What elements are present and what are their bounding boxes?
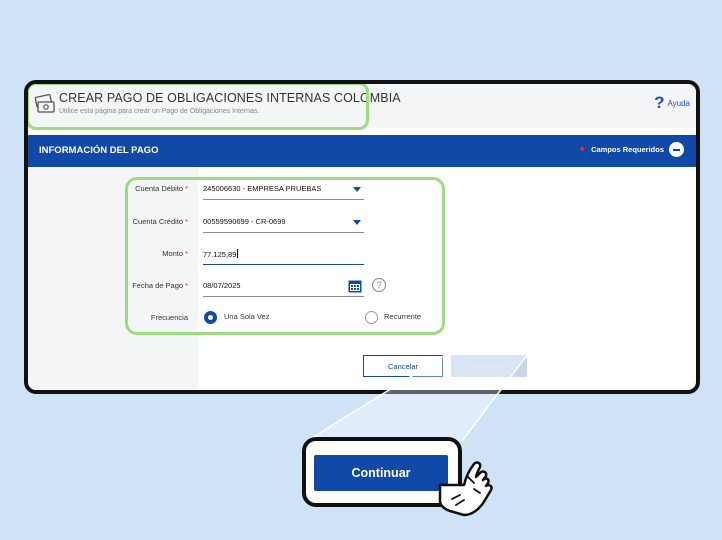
pointing-hand-icon [438,461,493,517]
required-fields-toggle[interactable]: ✦ Campos Requeridos [579,142,684,157]
help-label: Ayuda [667,98,690,108]
highlight-header [28,84,369,130]
required-fields-label: Campos Requeridos [591,145,664,154]
required-star-icon: ✦ [578,144,587,154]
continue-button-small[interactable]: Continuar [451,355,527,377]
highlight-form [125,177,445,335]
section-header: INFORMACIÓN DEL PAGO ✦ Campos Requeridos [28,135,696,167]
help-link[interactable]: ? Ayuda [654,93,690,113]
cancel-button[interactable]: Cancelar [363,355,443,377]
question-mark-icon: ? [654,93,665,112]
app-window: CREAR PAGO DE OBLIGACIONES INTERNAS COLO… [24,80,700,394]
continue-button[interactable]: Continuar [314,455,448,491]
collapse-icon[interactable] [669,142,684,157]
section-title: INFORMACIÓN DEL PAGO [39,145,159,156]
